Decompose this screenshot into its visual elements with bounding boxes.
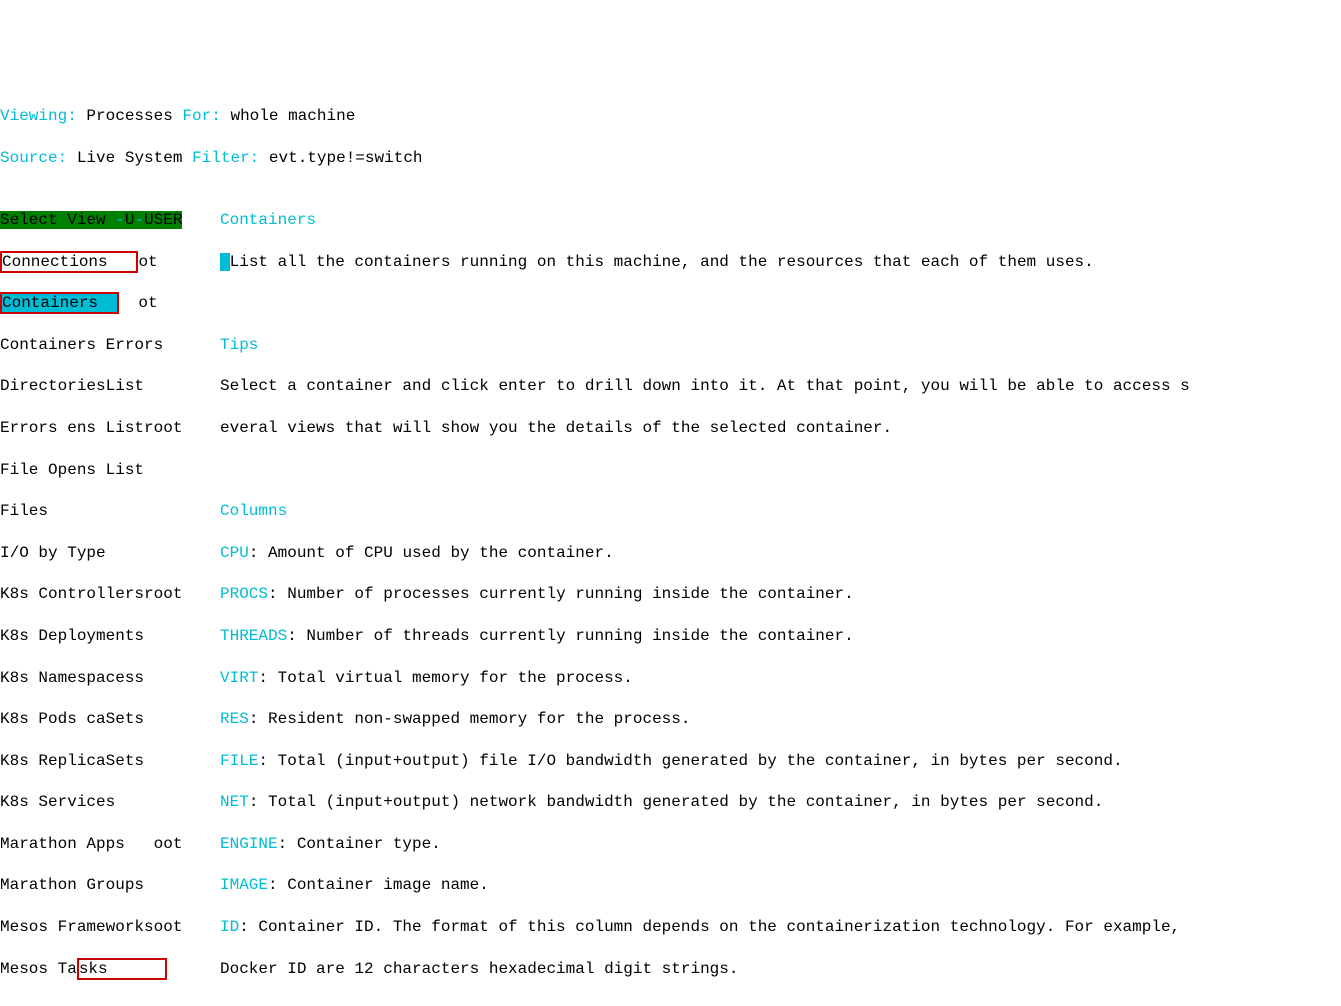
select-view-header: Select View (0, 211, 106, 229)
column-image: IMAGE: Container image name. (220, 875, 1341, 896)
view-file-opens[interactable]: File Opens List (0, 460, 220, 481)
column-id: ID: Container ID. The format of this col… (220, 917, 1341, 938)
detail-description: List all the containers running on this … (230, 253, 1094, 271)
view-k8s-services[interactable]: K8s Services (0, 792, 220, 813)
view-containers-errors[interactable]: Containers Errors (0, 335, 220, 356)
view-files[interactable]: Files (0, 501, 220, 522)
view-mesos-tasks[interactable]: Mesos Tasks (0, 958, 167, 980)
column-res: RES: Resident non-swapped memory for the… (220, 709, 1341, 730)
view-errors[interactable]: Errors ens List (0, 419, 144, 437)
view-k8s-deployments[interactable]: K8s Deployments (0, 626, 220, 647)
column-threads: THREADS: Number of threads currently run… (220, 626, 1341, 647)
column-procs: PROCS: Number of processes currently run… (220, 584, 1341, 605)
column-net: NET: Total (input+output) network bandwi… (220, 792, 1341, 813)
view-directories[interactable]: DirectoriesList (0, 376, 220, 397)
column-virt: VIRT: Total virtual memory for the proce… (220, 668, 1341, 689)
view-k8s-controllers[interactable]: K8s Controllers (0, 585, 144, 603)
detail-title: Containers (220, 211, 316, 229)
view-containers[interactable]: Containers (2, 294, 98, 312)
view-k8s-pods[interactable]: K8s Pods caSets (0, 709, 220, 730)
tips-text-2: everal views that will show you the deta… (220, 418, 1341, 439)
column-cpu: CPU: Amount of CPU used by the container… (220, 543, 1341, 564)
column-id-cont: Docker ID are 12 characters hexadecimal … (220, 959, 1341, 980)
column-engine: ENGINE: Container type. (220, 834, 1341, 855)
view-marathon-apps[interactable]: Marathon Apps (0, 835, 125, 853)
user-header: USER (144, 211, 182, 229)
view-marathon-groups[interactable]: Marathon Groups (0, 875, 220, 896)
header-line-2: Source: Live System Filter: evt.type!=sw… (0, 148, 1341, 169)
column-file: FILE: Total (input+output) file I/O band… (220, 751, 1341, 772)
header-line-1: Viewing: Processes For: whole machine (0, 106, 1341, 127)
columns-label: Columns (220, 502, 287, 520)
view-connections[interactable]: Connections (2, 253, 108, 271)
view-mesos-frameworks[interactable]: Mesos Frameworks (0, 918, 154, 936)
tips-text: Select a container and click enter to dr… (220, 376, 1341, 397)
tips-label: Tips (220, 336, 258, 354)
view-k8s-replicasets[interactable]: K8s ReplicaSets (0, 751, 220, 772)
view-k8s-namespaces[interactable]: K8s Namespacess (0, 668, 220, 689)
view-io-type[interactable]: I/O by Type (0, 543, 220, 564)
u-header: U (125, 211, 135, 229)
